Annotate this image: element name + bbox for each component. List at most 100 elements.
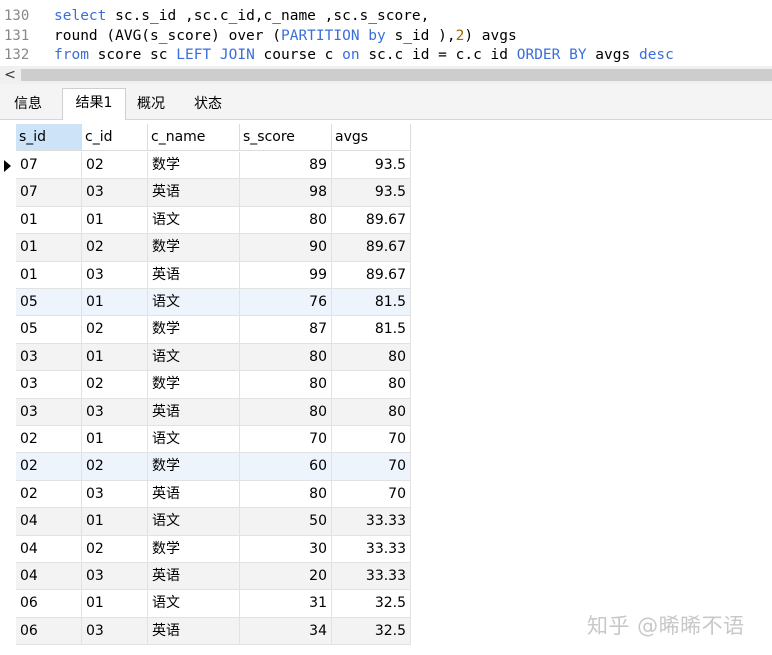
cell-c-id[interactable]: 03	[82, 480, 148, 509]
cell-c-name[interactable]: 语文	[148, 508, 240, 536]
cell-s-score[interactable]: 60	[240, 453, 332, 481]
column-header-c-name[interactable]: c_name	[148, 124, 240, 151]
cell-avgs[interactable]: 80	[332, 343, 411, 372]
cell-s-score[interactable]: 80	[240, 206, 332, 235]
cell-s-id[interactable]: 07	[16, 179, 82, 207]
cell-s-score[interactable]: 99	[240, 261, 332, 289]
cell-s-score[interactable]: 98	[240, 179, 332, 207]
cell-c-name[interactable]: 英语	[148, 480, 240, 509]
cell-c-name[interactable]: 语文	[148, 590, 240, 618]
cell-c-name[interactable]: 数学	[148, 234, 240, 262]
cell-c-name[interactable]: 英语	[148, 179, 240, 207]
cell-c-id[interactable]: 01	[82, 289, 148, 317]
cell-avgs[interactable]: 33.33	[332, 535, 411, 563]
cell-avgs[interactable]: 80	[332, 371, 411, 399]
cell-avgs[interactable]: 70	[332, 453, 411, 481]
cell-s-score[interactable]: 80	[240, 480, 332, 509]
cell-s-score[interactable]: 80	[240, 398, 332, 426]
scrollbar-thumb[interactable]	[21, 69, 772, 81]
cell-c-name[interactable]: 数学	[148, 535, 240, 563]
result-grid[interactable]: s_id c_id c_name s_score avgs 07 02 数学 89 93.5 07 0…	[0, 120, 772, 655]
cell-c-id[interactable]: 02	[82, 152, 148, 180]
cell-s-id[interactable]: 06	[16, 590, 82, 618]
cell-s-id[interactable]: 01	[16, 206, 82, 235]
column-header-s-score[interactable]: s_score	[240, 124, 332, 151]
cell-c-name[interactable]: 数学	[148, 453, 240, 481]
cell-s-id[interactable]: 07	[16, 152, 82, 180]
cell-s-id[interactable]: 04	[16, 508, 82, 536]
cell-s-score[interactable]: 80	[240, 371, 332, 399]
cell-c-id[interactable]: 03	[82, 398, 148, 426]
cell-avgs[interactable]: 70	[332, 426, 411, 454]
cell-s-score[interactable]: 76	[240, 289, 332, 317]
cell-c-name[interactable]: 英语	[148, 398, 240, 426]
table-row[interactable]: 03 02 数学 80 80	[16, 371, 411, 399]
cell-s-score[interactable]: 50	[240, 508, 332, 536]
cell-c-name[interactable]: 语文	[148, 343, 240, 372]
cell-s-id[interactable]: 05	[16, 316, 82, 344]
cell-c-id[interactable]: 03	[82, 261, 148, 289]
cell-s-score[interactable]: 80	[240, 343, 332, 372]
cell-c-id[interactable]: 01	[82, 590, 148, 618]
table-row[interactable]: 07 02 数学 89 93.5	[16, 152, 411, 180]
cell-avgs[interactable]: 89.67	[332, 206, 411, 235]
column-header-avgs[interactable]: avgs	[332, 124, 411, 151]
table-row[interactable]: 07 03 英语 98 93.5	[16, 179, 411, 207]
cell-s-id[interactable]: 01	[16, 261, 82, 289]
cell-c-id[interactable]: 03	[82, 179, 148, 207]
cell-avgs[interactable]: 93.5	[332, 152, 411, 180]
cell-avgs[interactable]: 81.5	[332, 316, 411, 344]
cell-s-id[interactable]: 06	[16, 617, 82, 646]
tab-status[interactable]: 状态	[180, 90, 236, 118]
cell-s-id[interactable]: 03	[16, 371, 82, 399]
cell-c-name[interactable]: 英语	[148, 617, 240, 646]
cell-c-id[interactable]: 02	[82, 371, 148, 399]
cell-s-id[interactable]: 04	[16, 563, 82, 591]
cell-s-id[interactable]: 02	[16, 426, 82, 454]
table-row[interactable]: 03 03 英语 80 80	[16, 398, 411, 426]
table-row[interactable]: 03 01 语文 80 80	[16, 343, 411, 372]
cell-c-id[interactable]: 01	[82, 426, 148, 454]
scroll-left-arrow-icon[interactable]: <	[2, 66, 18, 84]
cell-avgs[interactable]: 32.5	[332, 617, 411, 646]
cell-avgs[interactable]: 93.5	[332, 179, 411, 207]
cell-avgs[interactable]: 89.67	[332, 261, 411, 289]
table-row[interactable]: 02 02 数学 60 70	[16, 453, 411, 481]
cell-c-name[interactable]: 语文	[148, 206, 240, 235]
cell-avgs[interactable]: 33.33	[332, 563, 411, 591]
editor-horizontal-scrollbar[interactable]: <	[0, 66, 772, 84]
cell-s-score[interactable]: 31	[240, 590, 332, 618]
cell-c-id[interactable]: 02	[82, 316, 148, 344]
cell-s-id[interactable]: 05	[16, 289, 82, 317]
cell-c-id[interactable]: 03	[82, 617, 148, 646]
table-row[interactable]: 01 01 语文 80 89.67	[16, 206, 411, 235]
tab-info[interactable]: 信息	[2, 90, 54, 118]
cell-s-id[interactable]: 03	[16, 398, 82, 426]
cell-c-id[interactable]: 02	[82, 535, 148, 563]
cell-s-score[interactable]: 70	[240, 426, 332, 454]
table-row[interactable]: 05 02 数学 87 81.5	[16, 316, 411, 344]
cell-avgs[interactable]: 81.5	[332, 289, 411, 317]
cell-s-id[interactable]: 01	[16, 234, 82, 262]
cell-c-name[interactable]: 数学	[148, 371, 240, 399]
cell-c-name[interactable]: 英语	[148, 563, 240, 591]
cell-avgs[interactable]: 33.33	[332, 508, 411, 536]
cell-avgs[interactable]: 70	[332, 480, 411, 509]
table-row[interactable]: 01 02 数学 90 89.67	[16, 234, 411, 262]
cell-s-id[interactable]: 04	[16, 535, 82, 563]
cell-s-score[interactable]: 87	[240, 316, 332, 344]
cell-avgs[interactable]: 80	[332, 398, 411, 426]
cell-c-name[interactable]: 语文	[148, 426, 240, 454]
tab-result1[interactable]: 结果1	[62, 88, 126, 121]
cell-c-id[interactable]: 01	[82, 343, 148, 372]
table-row[interactable]: 04 03 英语 20 33.33	[16, 563, 411, 591]
cell-c-name[interactable]: 英语	[148, 261, 240, 289]
cell-s-score[interactable]: 30	[240, 535, 332, 563]
cell-s-score[interactable]: 90	[240, 234, 332, 262]
table-row[interactable]: 04 02 数学 30 33.33	[16, 535, 411, 563]
tab-overview[interactable]: 概况	[125, 90, 177, 118]
table-row[interactable]: 02 03 英语 80 70	[16, 480, 411, 509]
cell-c-name[interactable]: 数学	[148, 152, 240, 180]
column-header-s-id[interactable]: s_id	[16, 124, 82, 151]
table-row[interactable]: 04 01 语文 50 33.33	[16, 508, 411, 536]
